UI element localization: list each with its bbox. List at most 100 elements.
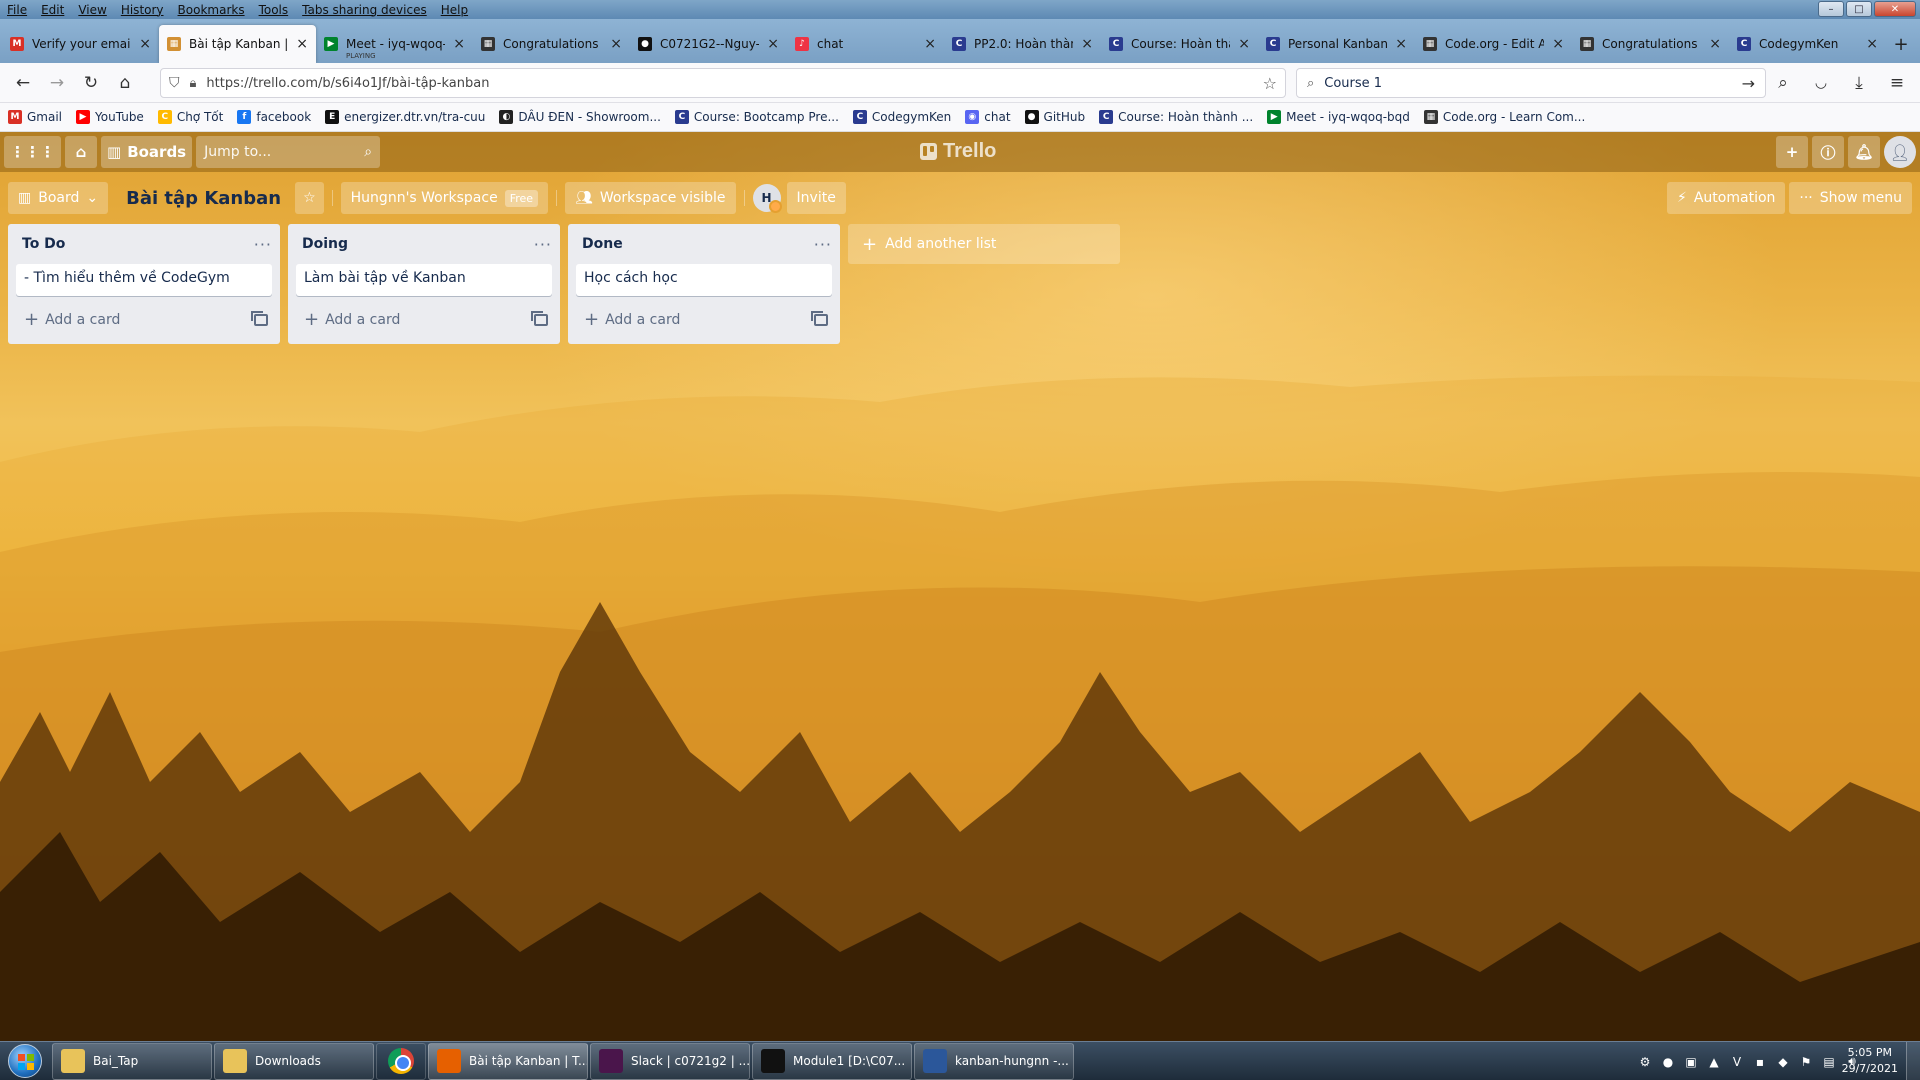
add-another-list-button[interactable]: + Add another list xyxy=(848,224,1120,264)
card[interactable]: Làm bài tập về Kanban xyxy=(296,264,552,296)
close-tab-icon[interactable]: × xyxy=(924,36,936,52)
zoom-search-icon[interactable]: ⌕ xyxy=(1766,67,1800,99)
reload-icon[interactable]: ↻ xyxy=(74,67,108,99)
close-tab-icon[interactable]: × xyxy=(1709,36,1721,52)
address-bar[interactable]: ⛉ 🔒︎ https://trello.com/b/s6i4o1Jf/bài-t… xyxy=(160,68,1286,98)
bookmark-item[interactable]: ▶ YouTube xyxy=(76,110,144,124)
close-tab-icon[interactable]: × xyxy=(1866,36,1878,52)
menu-tools[interactable]: Tools xyxy=(252,3,296,17)
url-text[interactable]: https://trello.com/b/s6i4o1Jf/bài-tập-ka… xyxy=(206,76,1252,91)
adobe-icon[interactable]: ▲ xyxy=(1706,1055,1722,1069)
browser-tab[interactable]: ▦ Bài tập Kanban | T × xyxy=(159,25,316,63)
menu-tabs-sharing[interactable]: Tabs sharing devices xyxy=(295,3,434,17)
taskbar-item[interactable]: Bai_Tap xyxy=(52,1042,212,1080)
menu-bookmarks[interactable]: Bookmarks xyxy=(171,3,252,17)
info-icon[interactable]: ⓘ xyxy=(1812,136,1844,168)
bookmark-item[interactable]: ● GitHub xyxy=(1024,110,1085,124)
taskbar-item[interactable]: kanban-hungnn -... xyxy=(914,1042,1074,1080)
back-arrow-icon[interactable]: ← xyxy=(6,67,40,99)
user-avatar[interactable]: 👤︎ xyxy=(1884,136,1916,168)
star-board-icon[interactable]: ☆ xyxy=(295,182,324,214)
hamburger-menu-icon[interactable]: ≡ xyxy=(1880,67,1914,99)
boards-button[interactable]: ▥ Boards xyxy=(101,136,193,168)
downloads-icon[interactable]: ⤓ xyxy=(1842,67,1876,99)
board-title[interactable]: Bài tập Kanban xyxy=(116,188,291,209)
list-title[interactable]: Doing xyxy=(302,236,348,252)
new-tab-plus-icon[interactable]: + xyxy=(1886,25,1916,63)
list-header[interactable]: To Do ··· xyxy=(8,224,280,264)
taskbar-item[interactable]: Downloads xyxy=(214,1042,374,1080)
card-template-icon[interactable] xyxy=(811,311,828,326)
system-clock[interactable]: 5:05 PM 29/7/2021 xyxy=(1842,1045,1898,1077)
close-window-button[interactable]: ✕ xyxy=(1874,1,1916,17)
bookmark-item[interactable]: ▶ Meet - iyq-wqoq-bqd xyxy=(1267,110,1410,124)
close-tab-icon[interactable]: × xyxy=(139,36,151,52)
menu-history[interactable]: History xyxy=(114,3,171,17)
bookmark-item[interactable]: C CodegymKen xyxy=(852,110,951,124)
menu-edit[interactable]: Edit xyxy=(34,3,71,17)
start-button[interactable] xyxy=(0,1042,50,1080)
search-value[interactable]: Course 1 xyxy=(1324,76,1731,91)
browser-tab[interactable]: ● C0721G2--Nguy-n × xyxy=(630,25,787,63)
close-tab-icon[interactable]: × xyxy=(1552,36,1564,52)
menu-file[interactable]: File xyxy=(0,3,34,17)
action-center-flag-icon[interactable]: ⚑ xyxy=(1798,1055,1814,1069)
pocket-icon[interactable]: ◡ xyxy=(1804,67,1838,99)
trello-home-icon[interactable]: ⌂ xyxy=(65,136,97,168)
menu-help[interactable]: Help xyxy=(434,3,475,17)
list-menu-dots-icon[interactable]: ··· xyxy=(534,235,552,254)
card[interactable]: - Tìm hiểu thêm về CodeGym xyxy=(16,264,272,296)
taskbar-item[interactable]: Slack | c0721g2 | ... xyxy=(590,1042,750,1080)
go-arrow-icon[interactable]: → xyxy=(1742,74,1755,93)
browser-tab[interactable]: C CodegymKen × xyxy=(1729,25,1886,63)
network-app-icon[interactable]: ⚙︎ xyxy=(1637,1055,1653,1069)
list-header[interactable]: Doing ··· xyxy=(288,224,560,264)
bookmark-item[interactable]: C Course: Bootcamp Pre... xyxy=(674,110,839,124)
microphone-icon[interactable]: ● xyxy=(1660,1055,1676,1069)
bookmark-item[interactable]: f facebook xyxy=(237,110,311,124)
jump-to-placeholder[interactable]: Jump to... xyxy=(204,144,364,160)
browser-tab[interactable]: C PP2.0: Hoàn thành × xyxy=(944,25,1101,63)
close-tab-icon[interactable]: × xyxy=(1395,36,1407,52)
list-title[interactable]: Done xyxy=(582,236,623,252)
search-bar[interactable]: ⌕ Course 1 → xyxy=(1296,68,1766,98)
member-avatar[interactable]: H xyxy=(752,184,782,213)
workspace-button[interactable]: Hungnn's Workspace Free xyxy=(340,182,549,214)
browser-tab[interactable]: C Course: Hoàn thàn × xyxy=(1101,25,1258,63)
close-tab-icon[interactable]: × xyxy=(767,36,779,52)
close-tab-icon[interactable]: × xyxy=(610,36,622,52)
browser-tab[interactable]: C Personal Kanban: | × xyxy=(1258,25,1415,63)
add-card-button[interactable]: + Add a card xyxy=(24,311,120,329)
bookmark-item[interactable]: ▦ Code.org - Learn Com... xyxy=(1423,110,1585,124)
browser-tab[interactable]: M Verify your email f × xyxy=(2,25,159,63)
list-title[interactable]: To Do xyxy=(22,236,65,252)
menu-view[interactable]: View xyxy=(71,3,113,17)
jump-to-search[interactable]: Jump to... ⌕ xyxy=(196,136,381,168)
invite-button[interactable]: Invite xyxy=(786,182,846,214)
card-template-icon[interactable] xyxy=(251,311,268,326)
notification-bell-icon[interactable]: 🔔︎ xyxy=(1848,136,1880,168)
create-plus-icon[interactable]: + xyxy=(1776,136,1808,168)
add-card-button[interactable]: + Add a card xyxy=(584,311,680,329)
network-icon[interactable]: ▤ xyxy=(1821,1055,1837,1069)
close-tab-icon[interactable]: × xyxy=(453,36,465,52)
taskbar-item[interactable]: Module1 [D:\C07... xyxy=(752,1042,912,1080)
list-menu-dots-icon[interactable]: ··· xyxy=(254,235,272,254)
bookmark-item[interactable]: ◐ DÂU ĐEN - Showroom... xyxy=(499,110,661,124)
browser-tab[interactable]: ▦ Congratulations | C × xyxy=(473,25,630,63)
browser-tab[interactable]: ▦ Congratulations | C × xyxy=(1572,25,1729,63)
bookmark-star-icon[interactable]: ☆ xyxy=(1263,74,1277,93)
board-view-switcher[interactable]: ▥ Board ⌄ xyxy=(8,182,109,214)
forward-arrow-icon[interactable]: → xyxy=(40,67,74,99)
bookmark-item[interactable]: C Chợ Tốt xyxy=(157,110,223,124)
antivirus-icon[interactable]: ◆ xyxy=(1775,1055,1791,1069)
list-header[interactable]: Done ··· xyxy=(568,224,840,264)
list-menu-dots-icon[interactable]: ··· xyxy=(814,235,832,254)
bookmark-item[interactable]: M Gmail xyxy=(8,110,62,124)
apps-grid-icon[interactable]: ⋮⋮⋮ xyxy=(4,136,61,168)
add-card-button[interactable]: + Add a card xyxy=(304,311,400,329)
close-tab-icon[interactable]: × xyxy=(1238,36,1250,52)
automation-button[interactable]: ⚡︎ Automation xyxy=(1667,182,1786,214)
vpn-icon[interactable]: V xyxy=(1729,1055,1745,1069)
browser-tab[interactable]: ♪ chat × xyxy=(787,25,944,63)
